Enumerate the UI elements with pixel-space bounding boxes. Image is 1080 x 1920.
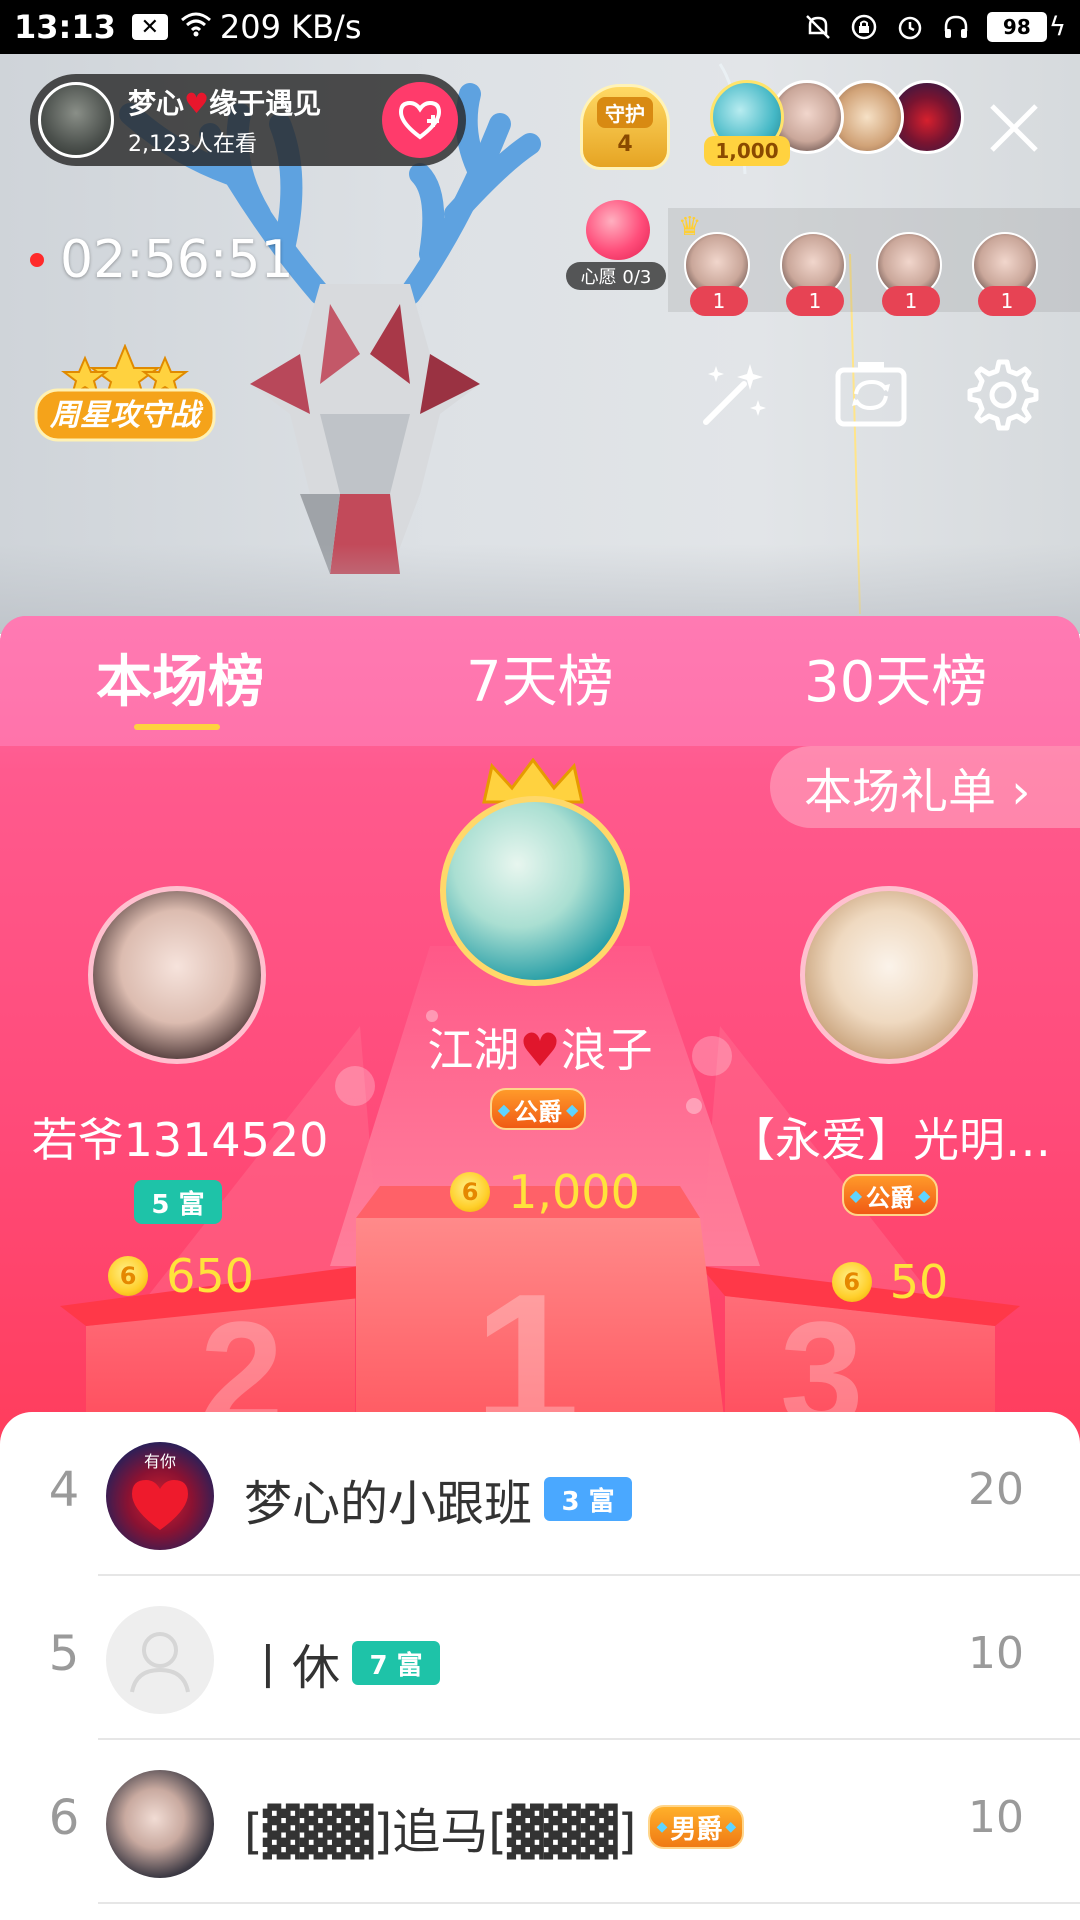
- user-avatar-placeholder-icon[interactable]: [106, 1606, 214, 1714]
- guard-count: 4: [617, 132, 633, 157]
- gift-list-button[interactable]: 本场礼单 ›: [770, 746, 1080, 828]
- user-avatar[interactable]: [106, 1770, 214, 1878]
- second-place-value: 6 650: [96, 1246, 266, 1306]
- heart-plus-icon: [398, 100, 442, 140]
- noble-badge: ◆ 男爵 ◆: [648, 1805, 745, 1849]
- user-avatar[interactable]: 有你: [106, 1442, 214, 1550]
- tab-7-days[interactable]: 7天榜: [466, 648, 614, 718]
- battery-icon: 98 ϟ: [986, 12, 1066, 42]
- rich-level-badge: 5 富: [134, 1180, 222, 1224]
- rank-number: 5: [48, 1626, 80, 1682]
- fan-count: 1: [786, 286, 844, 316]
- tab-30-days[interactable]: 30天榜: [804, 648, 987, 718]
- magic-wand-icon[interactable]: [692, 356, 770, 434]
- username: [▓▓▓]追马[▓▓▓]: [244, 1804, 637, 1860]
- contribution-score: 20: [968, 1464, 1024, 1515]
- rank-number: 4: [48, 1462, 80, 1518]
- guard-label: 守护: [597, 97, 653, 128]
- top-viewer-value: 1,000: [704, 136, 790, 166]
- third-place-name: 【永爱】光明…: [729, 1113, 1051, 1167]
- live-video[interactable]: 梦心♥缘于遇见 2,123人在看 守护 4 1,000 02:56:51 心愿 …: [0, 54, 1080, 634]
- fan-avatar[interactable]: ♛ 1: [678, 212, 750, 316]
- anchor-info[interactable]: 梦心♥缘于遇见 2,123人在看: [30, 74, 466, 166]
- second-place-avatar[interactable]: [88, 886, 266, 1064]
- contribution-score: 10: [968, 1628, 1024, 1679]
- heart-icon: ♥: [519, 1023, 561, 1077]
- active-tab-indicator: [134, 724, 220, 730]
- fan-avatar[interactable]: 1: [780, 232, 846, 316]
- wish-label: 心愿 0/3: [566, 262, 666, 290]
- battery-level: 98: [986, 12, 1047, 42]
- live-dot-icon: [30, 253, 44, 267]
- ranking-list: 4 有你 梦心的小跟班 3 富 20 5 丨休 7 富 10 6 [▓▓▓]追马…: [0, 1412, 1080, 1920]
- coin-icon: 6: [831, 1262, 872, 1302]
- coin-icon: 6: [108, 1256, 149, 1296]
- list-item[interactable]: 5 丨休 7 富 10: [0, 1576, 1080, 1740]
- first-place-name: 江湖♥浪子: [427, 1023, 653, 1077]
- podium-number-2: 2: [200, 1290, 283, 1426]
- wish-badge[interactable]: 心愿 0/3: [566, 200, 666, 296]
- network-speed: 209 KB/s: [219, 8, 362, 46]
- list-item[interactable]: 4 有你 梦心的小跟班 3 富 20: [0, 1412, 1080, 1576]
- status-time: 13:13: [14, 8, 116, 46]
- close-icon[interactable]: [984, 98, 1044, 158]
- ranking-tabs: 本场榜 7天榜 30天榜: [0, 616, 1080, 746]
- second-place-name: 若爷1314520: [31, 1113, 329, 1167]
- heart-icon: [132, 1480, 188, 1530]
- alarm-icon: [895, 12, 925, 42]
- noble-badge: ◆ 公爵 ◆: [842, 1174, 938, 1216]
- first-place-value: 6 1,000: [440, 1162, 650, 1222]
- list-item[interactable]: 6 [▓▓▓]追马[▓▓▓] ◆ 男爵 ◆ 10: [0, 1740, 1080, 1904]
- fan-count: 1: [690, 286, 748, 316]
- tab-this-session[interactable]: 本场榜: [96, 648, 264, 718]
- username: 梦心的小跟班: [244, 1476, 533, 1532]
- rich-level-badge: 7 富: [352, 1641, 441, 1685]
- settings-gear-icon[interactable]: [962, 356, 1040, 434]
- guard-badge[interactable]: 守护 4: [580, 84, 670, 170]
- lock-rotate-icon: [849, 12, 879, 42]
- fan-count: 1: [978, 286, 1036, 316]
- camera-switch-icon[interactable]: [832, 356, 910, 434]
- weekly-star-badge[interactable]: 周星攻守战: [30, 343, 220, 454]
- avatar-text: 有你: [143, 1452, 176, 1471]
- live-timer: 02:56:51: [30, 230, 294, 290]
- weekly-star-label: 周星攻守战: [50, 398, 200, 433]
- first-place-avatar[interactable]: [440, 796, 630, 986]
- podium-number-1: 1: [474, 1255, 580, 1426]
- top-viewers[interactable]: 1,000: [704, 80, 964, 166]
- viewer-count: 2,123人在看: [128, 132, 257, 157]
- heart-icon: ♥: [184, 87, 210, 120]
- contribution-score: 10: [968, 1792, 1024, 1843]
- crown-icon: ♛: [678, 212, 702, 242]
- headphone-icon: [941, 12, 971, 42]
- fan-avatar[interactable]: 1: [876, 232, 942, 316]
- anchor-avatar[interactable]: [38, 82, 114, 158]
- anchor-name: 梦心♥缘于遇见: [128, 87, 322, 120]
- username: 丨休: [244, 1640, 341, 1696]
- fans-strip[interactable]: ♛ 1 1 1 1: [668, 208, 1080, 316]
- wifi-icon: [180, 11, 212, 44]
- coin-icon: 6: [450, 1172, 491, 1212]
- rich-level-badge: 3 富: [544, 1477, 633, 1521]
- mute-bell-icon: [803, 12, 833, 42]
- third-place-value: 6 50: [820, 1252, 960, 1312]
- status-bar: 13:13 ✕ 209 KB/s 98 ϟ: [0, 0, 1080, 54]
- fan-count: 1: [882, 286, 940, 316]
- follow-button[interactable]: [382, 82, 458, 158]
- rank-number: 6: [48, 1790, 80, 1846]
- notification-x-icon: ✕: [131, 14, 168, 40]
- fan-avatar[interactable]: 1: [972, 232, 1038, 316]
- wish-heart-icon: [586, 200, 650, 260]
- noble-badge: ◆ 公爵 ◆: [490, 1088, 586, 1130]
- third-place-avatar[interactable]: [800, 886, 978, 1064]
